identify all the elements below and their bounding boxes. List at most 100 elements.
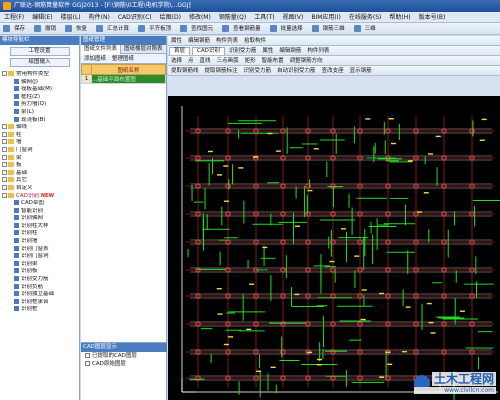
tree-node[interactable]: 常用构件类型 xyxy=(0,71,79,79)
tree-node[interactable]: 基础 xyxy=(0,169,79,178)
editor-tool-button[interactable]: 查改支座 xyxy=(319,66,347,75)
editor-tool-button[interactable]: 调整钢筋方向 xyxy=(287,56,326,65)
editor-tool-button[interactable]: 属性 xyxy=(259,46,276,55)
editor-tool-button[interactable]: 矩形 xyxy=(242,56,259,65)
menu-item[interactable]: 工具(T) xyxy=(250,12,278,22)
editor-tool-button[interactable]: 构件列表 xyxy=(304,46,332,55)
menu-item[interactable]: 楼层(L) xyxy=(57,12,85,22)
checkbox[interactable] xyxy=(85,361,90,366)
expand-toggle-icon[interactable] xyxy=(2,139,7,145)
menu-item[interactable]: 视图(V) xyxy=(279,12,308,22)
editor-tool-button[interactable]: 点 xyxy=(185,56,197,65)
toolbar-button[interactable]: 恢复 xyxy=(62,23,93,34)
editor-tool-button[interactable]: 识别受力筋 xyxy=(226,46,260,55)
tree-node[interactable]: 识别桩 xyxy=(0,306,79,314)
toolbar-button[interactable]: 查找图元 xyxy=(177,23,219,34)
tree-node[interactable]: 剪力墙(Q) xyxy=(0,101,79,109)
menu-item[interactable]: 构件(N) xyxy=(85,12,114,22)
editor-tool-button[interactable]: 提取钢筋标注 xyxy=(202,66,241,75)
menu-item[interactable]: 帮助(H) xyxy=(385,12,414,22)
table-row[interactable]: 1 ...基础平面布置图 xyxy=(81,74,166,84)
expand-toggle-icon[interactable] xyxy=(2,169,7,175)
editor-tool-button[interactable]: 智能布置 xyxy=(259,56,287,65)
expand-toggle-icon[interactable] xyxy=(2,71,7,76)
project-settings-button[interactable]: 工程设置 xyxy=(9,47,70,56)
tree-node[interactable]: 识别独立基础 xyxy=(0,291,79,299)
tree-node[interactable]: 柱 xyxy=(0,131,79,140)
drawing-input-button[interactable]: 绘图输入 xyxy=(9,58,70,67)
menu-item[interactable]: CAD识别(C) xyxy=(114,12,156,22)
editor-tool-button[interactable]: CAD识别 xyxy=(192,47,225,55)
expand-toggle-icon[interactable] xyxy=(2,154,7,160)
toolbar-button[interactable]: 平齐板顶 xyxy=(135,23,177,34)
organize-drawing-button[interactable]: 整理图纸 xyxy=(109,54,137,64)
tree-node[interactable]: 识别负筋 xyxy=(0,283,79,292)
tree-node[interactable]: 轴线 xyxy=(0,124,79,132)
tree-node[interactable]: CAD草图 xyxy=(0,200,79,208)
editor-tool-button[interactable]: 三点画弧 xyxy=(214,56,242,65)
editor-tool-button[interactable]: 识别受力筋 xyxy=(241,66,275,75)
tree-node[interactable]: 识别门窗表 xyxy=(0,245,79,254)
expand-toggle-icon[interactable] xyxy=(2,184,7,190)
tree-node[interactable]: 现浇板(B) xyxy=(0,116,79,125)
tree-node[interactable]: 梁(L) xyxy=(0,108,79,117)
editor-tool-button[interactable]: 首层 xyxy=(169,47,191,55)
menu-item[interactable]: 版本号(B) xyxy=(415,12,450,22)
tree-node[interactable]: 智能识别 xyxy=(0,207,79,216)
tree-node[interactable]: 门窗洞 xyxy=(0,146,79,155)
editor-tool-button[interactable]: 显示钢筋 xyxy=(347,66,375,75)
menu-item[interactable]: 绘图(D) xyxy=(156,12,185,22)
editor-tool-button[interactable]: 构件列表 xyxy=(213,36,241,45)
expand-toggle-icon[interactable] xyxy=(2,146,7,152)
layer-row-extracted[interactable]: 已提取的CAD图层 xyxy=(81,352,167,360)
toolbar-button[interactable]: 汇总计算 xyxy=(93,23,135,34)
tree-node[interactable]: 墙 xyxy=(0,139,79,147)
editor-tool-button[interactable]: 选择 xyxy=(168,56,185,65)
tab-floor-mapping[interactable]: 图纸楼层对照表 xyxy=(121,45,167,54)
expand-toggle-icon[interactable] xyxy=(2,124,7,130)
tab-drawing-list[interactable]: 图纸文件列表 xyxy=(81,45,122,54)
menu-item[interactable]: 钢筋量(Q) xyxy=(215,12,250,22)
tree-node[interactable]: 筏板基础(M) xyxy=(0,86,79,94)
drawing-name-cell[interactable]: ...基础平面布置图 xyxy=(91,74,166,84)
editor-tool-button[interactable]: 直线 xyxy=(197,56,214,65)
editor-tool-button[interactable]: 属性 xyxy=(168,36,185,45)
expand-toggle-icon[interactable] xyxy=(2,177,7,183)
editor-tool-button[interactable]: 自动识别受力筋 xyxy=(274,66,319,75)
tree-node[interactable]: 识别墙 xyxy=(0,238,79,246)
tree-node[interactable]: 其它 xyxy=(0,177,79,185)
tree-node[interactable]: 梁 xyxy=(0,154,79,163)
cad-canvas[interactable] xyxy=(168,96,500,400)
layer-row-original[interactable]: CAD原始图层 xyxy=(81,360,167,368)
tree-node[interactable]: 自定义 xyxy=(0,184,79,193)
expand-toggle-icon[interactable] xyxy=(2,162,7,168)
expand-toggle-icon[interactable] xyxy=(2,131,7,137)
cad-drawing[interactable] xyxy=(168,96,500,400)
tree-node[interactable]: 框柱(Z) xyxy=(0,93,79,102)
expand-toggle-icon[interactable] xyxy=(2,192,7,198)
menu-item[interactable]: BIM应用(I) xyxy=(307,12,345,22)
toolbar-button[interactable]: 三维 xyxy=(351,23,382,34)
tree-node[interactable]: 轴网(J) xyxy=(0,78,79,87)
toolbar-button[interactable]: 保存 xyxy=(0,23,31,34)
editor-tool-button[interactable]: 拾取构件 xyxy=(241,36,269,45)
tree-node[interactable]: CAD识别 NEW xyxy=(0,192,79,201)
tree-node[interactable]: 板 xyxy=(0,162,79,170)
toolbar-button[interactable]: 撤销 xyxy=(31,23,62,34)
tree-node[interactable]: 识别柱 xyxy=(0,230,79,238)
tree-node[interactable]: 识别柱大样 xyxy=(0,222,79,231)
menu-item[interactable]: 在线服务(S) xyxy=(345,12,386,22)
menu-item[interactable]: 编辑(E) xyxy=(28,12,56,22)
checkbox[interactable] xyxy=(85,353,90,358)
editor-tool-button[interactable]: 编辑钢筋 xyxy=(276,46,304,55)
tree-node[interactable]: 识别受力筋 xyxy=(0,276,79,284)
tree-node[interactable]: 识别轴网 xyxy=(0,215,79,223)
toolbar-button[interactable]: 批量选择 xyxy=(267,23,309,34)
editor-tool-button[interactable]: 编辑钢筋 xyxy=(185,36,213,45)
tree-node[interactable]: 识别板 xyxy=(0,268,79,276)
editor-tool-button[interactable]: 提取钢筋线 xyxy=(168,66,202,75)
tree-node[interactable]: 识别梁 xyxy=(0,260,79,269)
tree-node[interactable]: 识别桩承台 xyxy=(0,298,79,307)
add-drawing-button[interactable]: 添加图纸 xyxy=(81,54,109,64)
menu-item[interactable]: 修改(M) xyxy=(185,12,215,22)
